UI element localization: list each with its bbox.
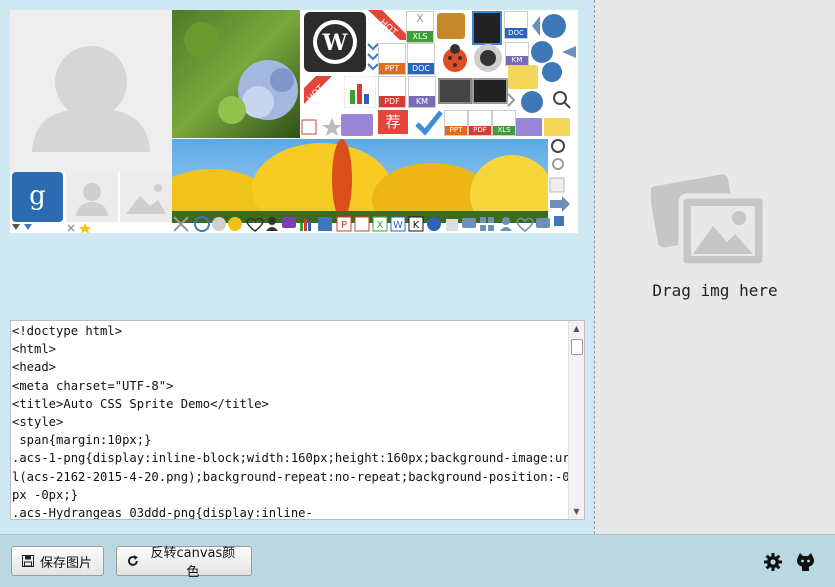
scrollbar-thumb[interactable]	[571, 339, 583, 355]
doc-file-icon: DOC	[504, 11, 528, 39]
user-thumb-icon	[66, 172, 118, 222]
hot-ribbon-icon: HOT	[368, 10, 406, 40]
speaker-icon	[474, 44, 502, 72]
hydrangea-photo	[172, 10, 300, 138]
save-icon	[22, 555, 34, 567]
xls-file-icon-2: XLS	[492, 110, 516, 136]
image-placeholder-icon	[651, 174, 768, 269]
folder-icon	[508, 65, 538, 89]
xls-file-icon: X XLS	[406, 11, 434, 43]
sprite-preview: W HOT HOT X XLS DOC PPT DOC KM PDF KM 荐 …	[10, 10, 578, 233]
tulips-photo	[172, 139, 548, 223]
svg-text:W: W	[322, 30, 348, 56]
doc-file-icon-2: DOC	[407, 43, 435, 75]
chest-icon	[437, 13, 465, 39]
ppt-file-icon-2: PPT	[444, 110, 468, 136]
svg-text:X: X	[377, 220, 384, 231]
svg-text:K: K	[413, 220, 420, 231]
image-dropzone[interactable]: Drag img here	[594, 0, 835, 534]
invert-canvas-button[interactable]: 反转canvas颜色	[116, 546, 252, 580]
dropzone-label: Drag img here	[652, 281, 778, 300]
pdf-file-icon-2: PDF	[468, 110, 492, 136]
code-text: <!doctype html> <html> <head> <meta char…	[12, 324, 570, 520]
film-icon	[472, 11, 502, 45]
wordpress-icon: W	[304, 12, 366, 72]
bar-chart-icon	[344, 76, 376, 108]
bottom-toolbar: 保存图片 反转canvas颜色	[0, 534, 835, 587]
code-output-textarea[interactable]: <!doctype html> <html> <head> <meta char…	[10, 320, 585, 520]
save-image-label: 保存图片	[40, 555, 93, 571]
save-image-button[interactable]: 保存图片	[11, 546, 104, 576]
svg-text:W: W	[393, 220, 403, 231]
invert-canvas-label: 反转canvas颜色	[150, 546, 236, 580]
scroll-down-arrow-icon[interactable]: ▼	[569, 504, 584, 519]
ladybug-icon	[443, 44, 467, 72]
gear-icon[interactable]	[764, 553, 782, 571]
km-file-icon-2: KM	[408, 76, 436, 108]
image-thumb-icon	[120, 172, 172, 222]
monitor-icon	[438, 78, 472, 104]
scroll-up-arrow-icon[interactable]: ▲	[569, 321, 584, 336]
ppt-file-icon: PPT	[378, 43, 406, 75]
recommend-badge: 荐	[378, 110, 408, 134]
km-file-icon: KM	[505, 42, 529, 66]
folder-purple-icon-2	[516, 118, 542, 136]
check-icon	[415, 110, 443, 136]
book-circle-icon	[532, 14, 566, 38]
user-avatar-icon	[10, 10, 172, 172]
small-arrows-icons	[12, 223, 91, 233]
refresh-icon	[128, 555, 138, 566]
bulb-search-icons	[542, 62, 571, 109]
workspace: W HOT HOT X XLS DOC PPT DOC KM PDF KM 荐 …	[0, 0, 594, 534]
svg-text:P: P	[341, 220, 347, 231]
folder-purple-icon	[341, 114, 373, 136]
github-icon[interactable]	[796, 553, 815, 571]
tv-icon	[472, 78, 508, 104]
google-icon: g	[12, 172, 63, 222]
hot-ribbon-icon-2: HOT	[304, 76, 332, 104]
bottom-icon-strip: P X W K	[173, 216, 550, 232]
code-scrollbar[interactable]: ▲ ▼	[568, 321, 584, 519]
folder-yellow-icon	[544, 118, 570, 136]
pdf-file-icon: PDF	[378, 76, 406, 108]
side-icons	[549, 139, 570, 226]
